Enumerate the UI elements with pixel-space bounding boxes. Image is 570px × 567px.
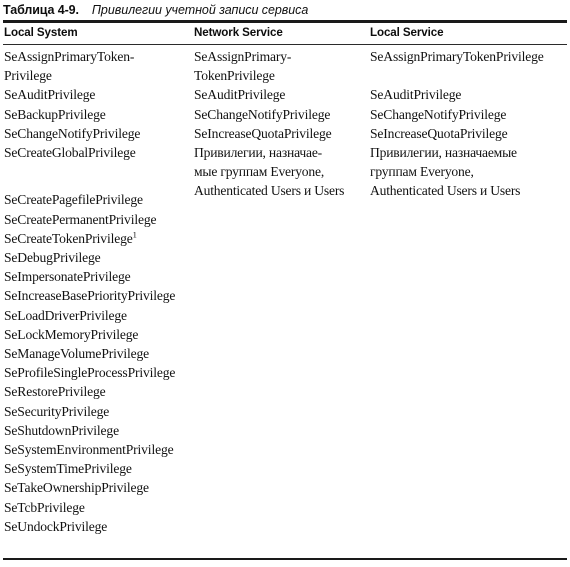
table-cell: SeAssignPrimary- TokenPrivilege (194, 49, 292, 84)
table-cell-note: Привилегии, назначаемые группам Everyone… (370, 145, 521, 199)
column-header-local-system: Local System (4, 26, 78, 39)
table-cell: SeIncreaseQuotaPrivilege (370, 125, 508, 141)
table-caption-title: Привилегии учетной записи сервиса (91, 3, 309, 17)
table-cell: SeIncreaseQuotaPrivilege (194, 125, 332, 141)
table-header-row: Local System Network Service Local Servi… (0, 25, 570, 43)
table-cell: SeUndockPrivilege (4, 518, 108, 534)
table-cell: SeCreatePagefilePrivilege (4, 192, 143, 208)
footnote-marker: 1 (132, 229, 137, 240)
table-cell: SeCreatePermanentPrivilege (4, 211, 157, 227)
table-cell-text: SeCreateTokenPrivilege (4, 230, 133, 246)
table-cell: SeAssignPrimaryToken- Privilege (4, 49, 135, 84)
table-header-rule (3, 44, 567, 45)
table-cell-with-footnote: SeCreateTokenPrivilege1 (4, 229, 192, 248)
table-cell: SeCreateGlobalPrivilege (4, 145, 136, 161)
column-network-service: SeAssignPrimary- TokenPrivilege SeAuditP… (194, 47, 368, 201)
table-bottom-rule (3, 558, 567, 560)
table-cell: SeChangeNotifyPrivilege (370, 106, 507, 122)
table-cell: SeChangeNotifyPrivilege (194, 106, 331, 122)
table-cell: SeShutdownPrivilege (4, 422, 119, 438)
column-local-system: SeAssignPrimaryToken- Privilege SeAuditP… (4, 47, 192, 536)
table-cell: SeAssignPrimaryTokenPrivilege (370, 49, 544, 64)
table-cell: SeSystemTimePrivilege (4, 461, 132, 477)
table-top-rule (3, 20, 567, 23)
table-cell: SeChangeNotifyPrivilege (4, 125, 141, 141)
table-caption: Таблица 4-9. Привилегии учетной записи се… (3, 1, 567, 18)
table-cell: SeDebugPrivilege (4, 250, 101, 266)
table-cell: SeTakeOwnershipPrivilege (4, 480, 149, 496)
table-cell: SeAuditPrivilege (194, 87, 286, 103)
table-cell: SeIncreaseBasePriorityPrivilege (4, 288, 176, 304)
table-cell: SeRestorePrivilege (4, 384, 106, 400)
table-cell: SeAuditPrivilege (370, 87, 462, 103)
table-cell: SeLoadDriverPrivilege (4, 307, 127, 323)
column-header-network-service: Network Service (194, 26, 283, 39)
column-header-local-service: Local Service (370, 26, 444, 39)
row-spacer (4, 162, 192, 181)
table-caption-label: Таблица 4-9. (3, 3, 79, 17)
table-cell: SeBackupPrivilege (4, 106, 106, 122)
table-cell: SeSystemEnvironmentPrivilege (4, 442, 174, 458)
table-cell: SeAuditPrivilege (4, 87, 96, 103)
column-local-service: SeAssignPrimaryTokenPrivilege SeAuditPri… (370, 47, 568, 201)
table-cell-note: Привилегии, назначае- мые группам Everyo… (194, 145, 345, 199)
row-spacer (370, 66, 568, 85)
table-cell: SeLockMemoryPrivilege (4, 326, 139, 342)
table-cell: SeTcbPrivilege (4, 499, 85, 515)
table-cell: SeImpersonatePrivilege (4, 269, 131, 285)
row-spacer (4, 181, 192, 190)
table-cell: SeProfileSingleProcessPrivilege (4, 365, 176, 381)
table-cell: SeSecurityPrivilege (4, 403, 110, 419)
table-cell: SeManageVolumePrivilege (4, 346, 150, 362)
